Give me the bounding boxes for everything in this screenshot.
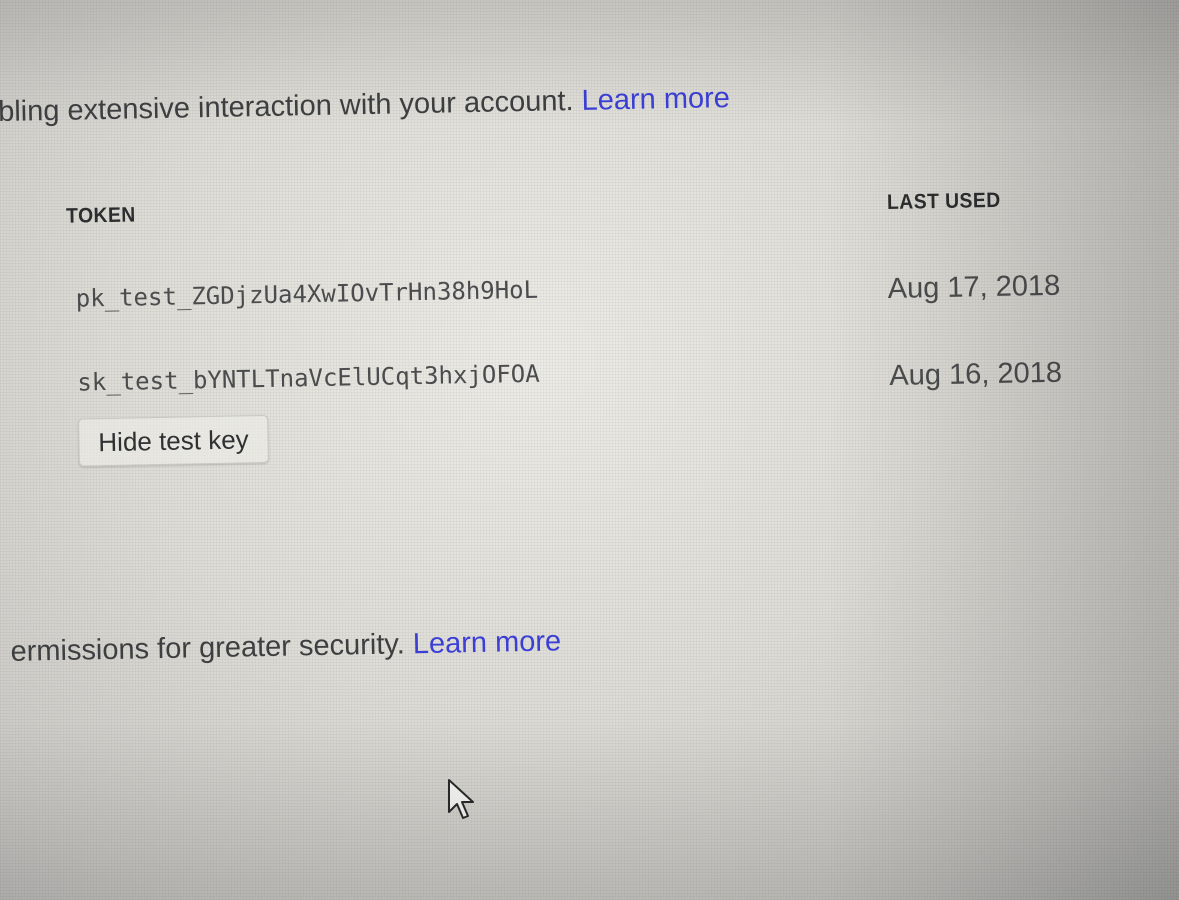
publishable-key-last-used: Aug 17, 2018 [887, 269, 1061, 306]
standard-keys-description: bling extensive interaction with your ac… [0, 82, 730, 129]
secret-key-last-used: Aug 16, 2018 [889, 356, 1063, 392]
secret-key-token[interactable]: sk_test_bYNTLTnaVcElUCqt3hxjOFOA [77, 360, 540, 397]
standard-keys-description-text: bling extensive interaction with your ac… [0, 84, 582, 129]
page-content: bling extensive interaction with your ac… [0, 0, 1179, 900]
publishable-key-token[interactable]: pk_test_ZGDjzUa4XwIOvTrHn38h9HoL [75, 276, 538, 313]
mouse-pointer-icon [448, 779, 474, 819]
token-column-header: TOKEN [65, 203, 136, 228]
learn-more-link-restricted-keys[interactable]: Learn more [413, 625, 562, 660]
hide-test-key-button[interactable]: Hide test key [78, 414, 269, 467]
learn-more-link-standard-keys[interactable]: Learn more [581, 82, 730, 117]
restricted-keys-description-text: ermissions for greater security. [10, 628, 414, 668]
last-used-column-header: LAST USED [886, 188, 1001, 215]
restricted-keys-description: ermissions for greater security. Learn m… [10, 625, 561, 669]
